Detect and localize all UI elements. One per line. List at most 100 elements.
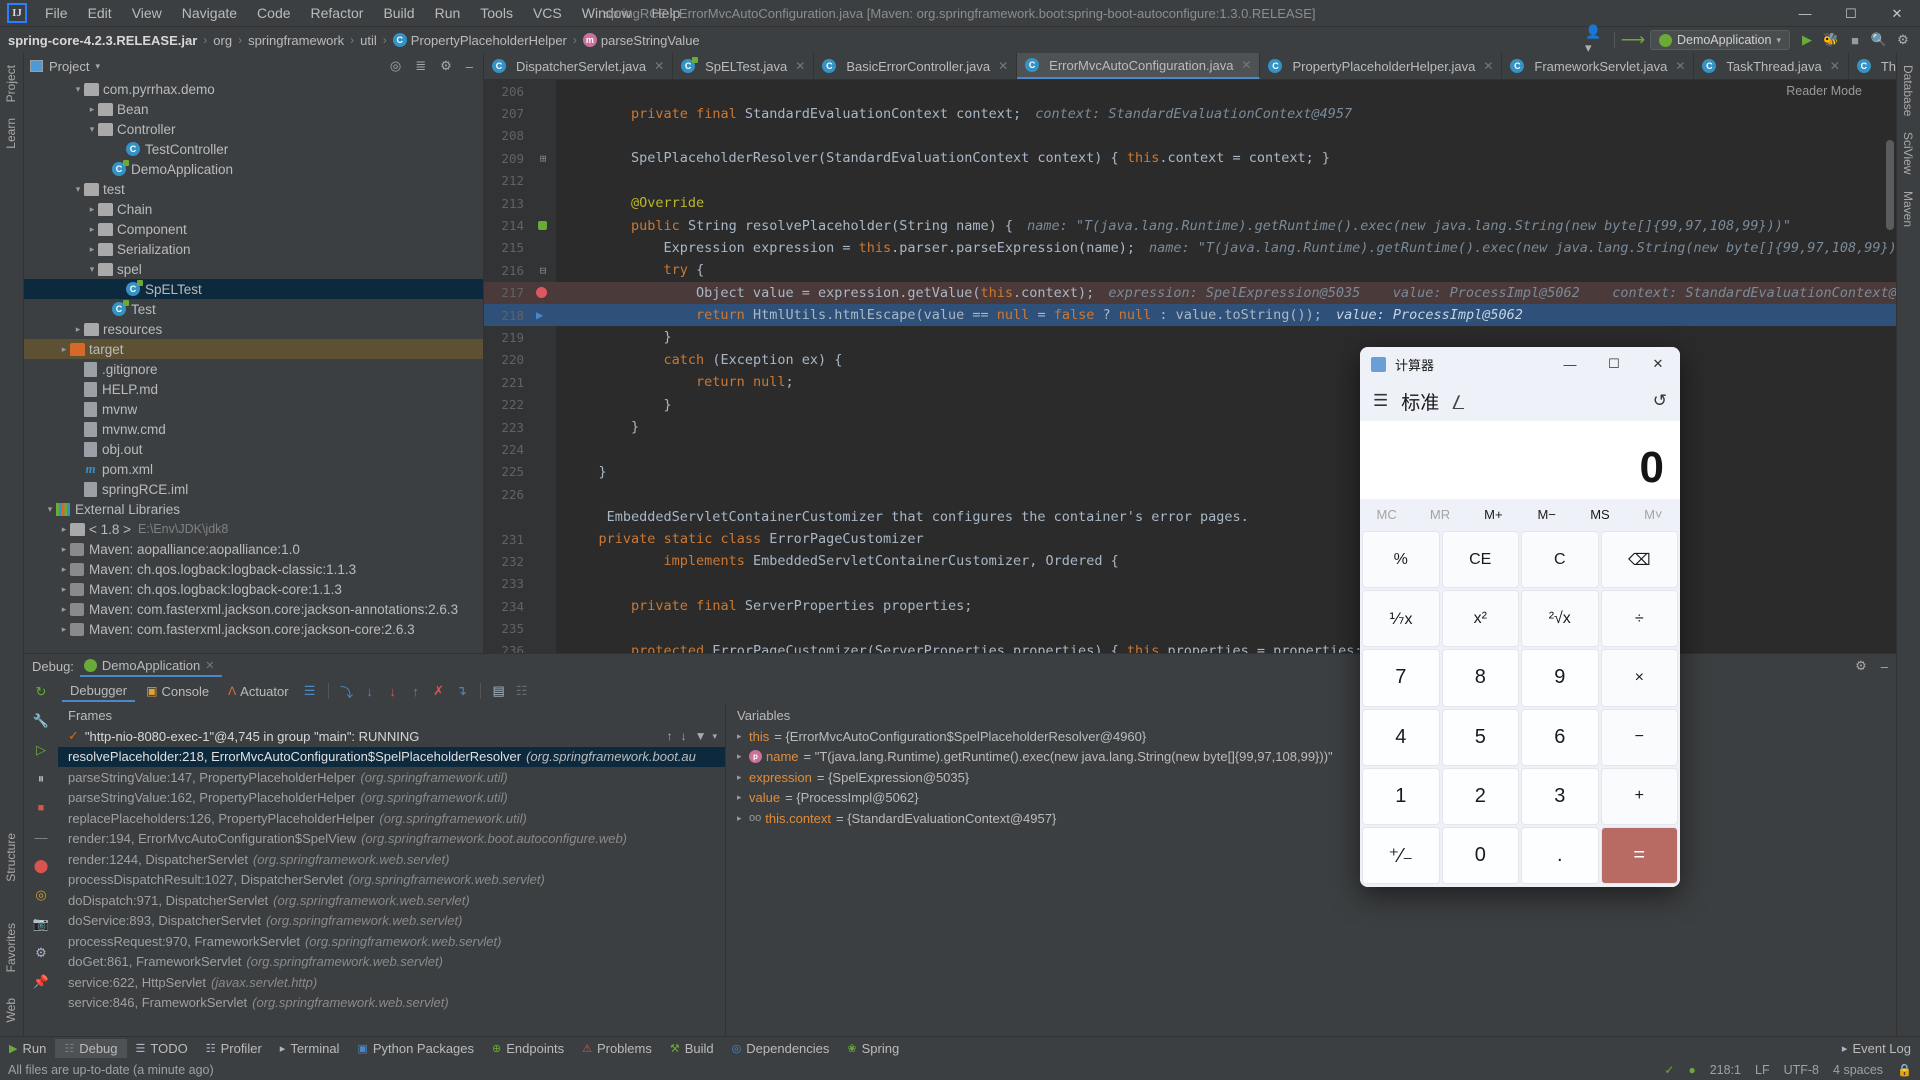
chevron-right-icon[interactable]: ▸ (58, 624, 70, 635)
tree-node[interactable]: C Test (24, 299, 483, 319)
calc-button-8[interactable]: 8 (1441, 649, 1519, 707)
breadcrumb-method[interactable]: parseStringValue (601, 33, 700, 48)
calculator-minimize-button[interactable]: — (1548, 347, 1592, 381)
menu-item-edit[interactable]: Edit (78, 2, 122, 24)
reader-mode-label[interactable]: Reader Mode (1786, 84, 1862, 98)
frame-row[interactable]: parseStringValue:147, PropertyPlaceholde… (58, 767, 725, 788)
strip-item-learn[interactable]: Learn (0, 110, 22, 157)
editor-tab[interactable]: C DispatcherServlet.java ✕ (484, 53, 674, 79)
breadcrumb-org[interactable]: org (213, 33, 232, 48)
calculator-maximize-button[interactable]: ☐ (1592, 347, 1636, 381)
run-gutter-icon[interactable] (538, 221, 547, 231)
bottom-tab-python-packages[interactable]: ▣ Python Packages (348, 1039, 483, 1058)
calc-button-CE[interactable]: CE (1441, 531, 1519, 589)
tree-node[interactable]: springRCE.iml (24, 479, 483, 499)
code-line[interactable]: 224 (484, 438, 1896, 460)
force-step-into-icon[interactable]: ↓ (383, 681, 403, 701)
calculator-window[interactable]: 计算器 — ☐ ✕ ☰ 标准 ⎳ ↺ 0 MC MR M+ M− MS M˅ % CE C ⌫ ⅐… (1360, 347, 1680, 887)
tree-node[interactable]: .gitignore (24, 359, 483, 379)
fold-marker-icon[interactable]: ⊟ (530, 264, 556, 277)
calc-button-[interactable]: . (1521, 826, 1599, 884)
tree-node[interactable]: ▾ External Libraries (24, 499, 483, 519)
chevron-right-icon[interactable]: ▸ (58, 564, 70, 575)
drop-frame-icon[interactable]: ✗ (429, 681, 449, 701)
chevron-right-icon[interactable]: ▸ (737, 751, 749, 762)
step-over-icon[interactable]: ⤵ (337, 681, 357, 701)
window-minimize-button[interactable]: — (1782, 0, 1828, 27)
bottom-tab-debug[interactable]: ☷ Debug (55, 1038, 127, 1058)
tree-node[interactable]: C DemoApplication (24, 159, 483, 179)
close-tab-icon[interactable]: ✕ (1675, 59, 1685, 73)
bottom-tab-todo[interactable]: ☰ TODO (127, 1039, 197, 1058)
calc-button-7[interactable]: 7 (1362, 649, 1440, 707)
close-icon[interactable]: ✕ (205, 659, 214, 672)
stop-icon[interactable]: ■ (1844, 29, 1866, 51)
tree-node[interactable]: ▾ test (24, 179, 483, 199)
settings-gear-icon[interactable]: ⚙ (31, 943, 51, 963)
stop-icon[interactable]: ■ (31, 798, 51, 818)
menu-item-view[interactable]: View (122, 2, 172, 24)
git-branch-icon[interactable]: ✓ (1664, 1063, 1674, 1077)
chevron-down-icon[interactable]: ▾ (72, 184, 84, 195)
chevron-right-icon[interactable]: ▸ (86, 204, 98, 215)
close-tab-icon[interactable]: ✕ (1830, 59, 1840, 73)
code-line[interactable]: 207 private final StandardEvaluationCont… (484, 102, 1896, 124)
bottom-tab-build[interactable]: ⚒ Build (661, 1039, 723, 1058)
strip-item-web[interactable]: Web (0, 990, 22, 1030)
locate-icon[interactable]: ◎ (390, 58, 401, 74)
frame-row[interactable]: processDispatchResult:1027, DispatcherSe… (58, 870, 725, 891)
tree-node[interactable]: mvnw (24, 399, 483, 419)
calc-button-5[interactable]: 5 (1441, 708, 1519, 766)
code-line[interactable]: EmbeddedServletContainerCustomizer that … (484, 505, 1896, 527)
bottom-tab-dependencies[interactable]: ◎ Dependencies (723, 1039, 839, 1058)
frame-row[interactable]: replacePlaceholders:126, PropertyPlaceho… (58, 808, 725, 829)
bottom-tab-spring[interactable]: ❀ Spring (838, 1039, 908, 1058)
debugger-tab-console[interactable]: ▣ Console (138, 682, 217, 701)
chevron-down-icon[interactable]: ▾ (72, 84, 84, 95)
chevron-down-icon[interactable]: ▾ (86, 264, 98, 275)
code-line[interactable]: 206 (484, 80, 1896, 102)
keep-on-top-icon[interactable]: ⎳ (1452, 393, 1464, 410)
search-icon[interactable]: 🔍 (1868, 29, 1890, 51)
menu-item-refactor[interactable]: Refactor (301, 2, 374, 24)
menu-item-build[interactable]: Build (373, 2, 424, 24)
frame-row[interactable]: doGet:861, FrameworkServlet (org.springfr… (58, 952, 725, 973)
frame-down-icon[interactable]: ↓ (681, 729, 687, 743)
view-breakpoints-icon[interactable]: ⬤ (31, 856, 51, 876)
code-line[interactable]: 222 } (484, 393, 1896, 415)
close-tab-icon[interactable]: ✕ (1241, 58, 1251, 72)
editor-tab[interactable]: C PropertyPlaceholderHelper.java ✕ (1260, 53, 1503, 79)
panel-settings-icon[interactable]: ⚙ (440, 58, 452, 74)
close-tab-icon[interactable]: ✕ (654, 59, 664, 73)
frame-row[interactable]: service:846, FrameworkServlet (org.spring… (58, 993, 725, 1014)
tree-node[interactable]: ▸ Serialization (24, 239, 483, 259)
code-line[interactable]: 236 protected ErrorPageCustomizer(Server… (484, 640, 1896, 653)
code-line[interactable]: 208 (484, 125, 1896, 147)
history-icon[interactable]: ↺ (1653, 391, 1667, 411)
code-line[interactable]: 233 (484, 573, 1896, 595)
tree-node[interactable]: m pom.xml (24, 459, 483, 479)
calc-button-1[interactable]: 1 (1362, 767, 1440, 825)
frame-row[interactable]: parseStringValue:162, PropertyPlaceholde… (58, 788, 725, 809)
pin-icon[interactable]: 📌 (31, 972, 51, 992)
vcs-update-icon[interactable]: ⟶ (1621, 29, 1645, 51)
chevron-right-icon[interactable]: ▸ (86, 244, 98, 255)
code-line[interactable]: 212 (484, 170, 1896, 192)
settings-gear-icon[interactable]: ⚙ (1892, 29, 1914, 51)
bottom-tab-terminal[interactable]: ▸ Terminal (271, 1039, 349, 1058)
variable-row[interactable]: ▸ oo this.context = {StandardEvaluationCont… (727, 808, 1896, 829)
calc-button-[interactable]: ⁺⁄₋ (1362, 826, 1440, 884)
tree-node[interactable]: ▸ Chain (24, 199, 483, 219)
tree-node[interactable]: ▸ target (24, 339, 483, 359)
chevron-right-icon[interactable]: ▸ (737, 772, 749, 783)
layout-icon[interactable]: ☰ (300, 681, 320, 701)
memory-button-m[interactable]: M+ (1467, 507, 1520, 522)
breadcrumb-util[interactable]: util (360, 33, 377, 48)
code-line[interactable]: 216 ⊟ try { (484, 259, 1896, 281)
editor-tab[interactable]: CThread.java✕ (1849, 53, 1896, 79)
menu-item-navigate[interactable]: Navigate (172, 2, 247, 24)
debug-icon[interactable]: 🐝 (1820, 29, 1842, 51)
run-configuration-selector[interactable]: DemoApplication ▾ (1649, 30, 1790, 50)
file-encoding[interactable]: UTF-8 (1784, 1063, 1819, 1077)
tree-node[interactable]: ▸ Maven: ch.qos.logback:logback-core:1.1.… (24, 579, 483, 599)
